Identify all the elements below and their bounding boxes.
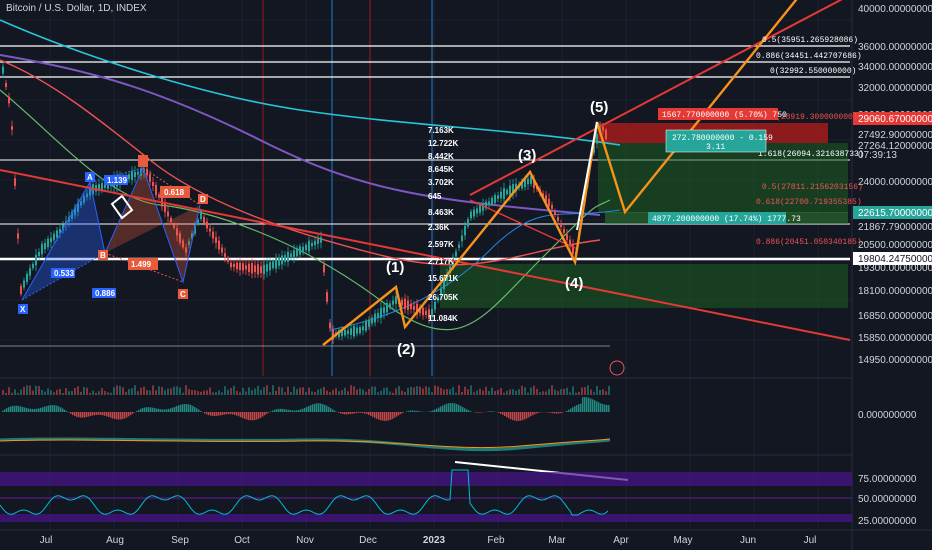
price-tick: 16850.000000000 [858,311,932,322]
price-tick: 14950.000000000 [858,355,932,366]
time-tick: May [674,535,693,546]
rsi-label: 25.00000000 [858,516,917,527]
point-d: D [200,195,206,204]
volume-profile-label: 11.084K [428,314,458,323]
rr-label: 272.780000000 - 0.159 [672,134,773,143]
wave-label-3: (3) [518,147,536,164]
volume-profile-label: 12.722K [428,139,458,148]
time-tick: Jun [740,535,756,546]
target-label: 1567.770000000 (5.70%) 750 [662,111,787,120]
vertical-markers [262,0,433,376]
fib-label: 0.886(20451.050340185) [756,238,862,247]
volume-profile-label: 8.442K [428,152,454,161]
time-tick: Nov [296,535,314,546]
volume-profile-label: 8.463K [428,208,454,217]
volume-profile-label: 26.705K [428,293,458,302]
volume-profile-label: 645 [428,192,442,201]
time-axis: Jul Aug Sep Oct Nov Dec 2023 Feb Mar Apr May Jun Jul [40,535,817,546]
ratio: 0.618 [164,188,185,197]
rsi-label: 50.00000000 [858,494,917,505]
fib-label: 1.618(26094.321638733) [758,150,864,159]
volume-profile-label: 15.671K [428,274,458,283]
volume-profile-label: 2.717K [428,257,454,266]
volume-profile-label: 2.36K [428,223,450,232]
volume-profile-label: 8.645K [428,165,454,174]
price-highlight: 19804.247500000 [858,254,932,265]
fib-label: 0.5(35951.265928086) [762,36,858,45]
point-x: X [20,305,26,314]
rr-label: 3.11 [706,143,725,152]
price-tick: 32000.000000000 [858,83,932,94]
price-tick: 18100.000000000 [858,286,932,297]
fib-label: 0.618(22700.719355385) [756,198,862,207]
price-highlight: 22615.700000000 [858,208,932,219]
countdown: 07:39:13 [858,150,897,161]
time-tick: Aug [106,535,124,546]
time-tick: Dec [359,535,377,546]
time-tick: Apr [613,535,629,546]
price-tick: 27492.900000000 [858,130,932,141]
price-tick: 21867.790000000 [858,222,932,233]
ratio: 0.886 [95,289,116,298]
volume-profile-label: 7.163K [428,126,454,135]
price-tick: 34000.000000000 [858,62,932,73]
chart-title: Bitcoin / U.S. Dollar, 1D, INDEX [6,3,147,14]
point-a: A [87,173,93,182]
wave-label-2: (2) [397,341,415,358]
time-tick: Oct [234,535,250,546]
price-highlight: 29060.670000000 [858,114,932,125]
price-tick: 36000.000000000 [858,42,932,53]
stop-label: 4877.200000000 (17.74%) 1777.73 [652,215,801,224]
price-tick: 40000.000000000 [858,4,932,15]
time-tick: 2023 [423,535,446,546]
point-c: C [180,290,186,299]
wave-label-5: (5) [590,99,608,116]
macd-zero-label: 0.000000000 [858,410,917,421]
wave-label-1: (1) [386,259,404,276]
price-tick: 24000.000000000 [858,177,932,188]
wave-labels: (1) (2) (3) (4) (5) [386,99,608,358]
time-tick: Sep [171,535,189,546]
time-tick: Mar [548,535,566,546]
indicator-flag-icon[interactable] [609,360,625,376]
point-b: B [100,251,106,260]
volume-profile-label: 3.702K [428,178,454,187]
fib-label: (28919.300000000) [776,113,858,122]
chart-area[interactable]: 40000.000000000 36000.000000000 34000.0000… [0,0,932,550]
fib-label: 0(32992.550000000) [770,67,856,76]
rsi-label: 75.00000000 [858,474,917,485]
price-tick: 15850.000000000 [858,333,932,344]
fib-label: 0.886(34451.442707686) [756,52,862,61]
time-tick: Feb [487,535,505,546]
fib-label: 0.5(27811.2156203156) [762,183,863,192]
ratio: 1.139 [107,176,128,185]
wave-label-4: (4) [565,275,583,292]
time-tick: Jul [40,535,53,546]
ratio: 0.533 [54,269,75,278]
ratio: 1.499 [131,260,152,269]
time-tick: Jul [804,535,817,546]
volume-profile-label: 2.597K [428,240,454,249]
price-tick: 20500.000000000 [858,240,932,251]
